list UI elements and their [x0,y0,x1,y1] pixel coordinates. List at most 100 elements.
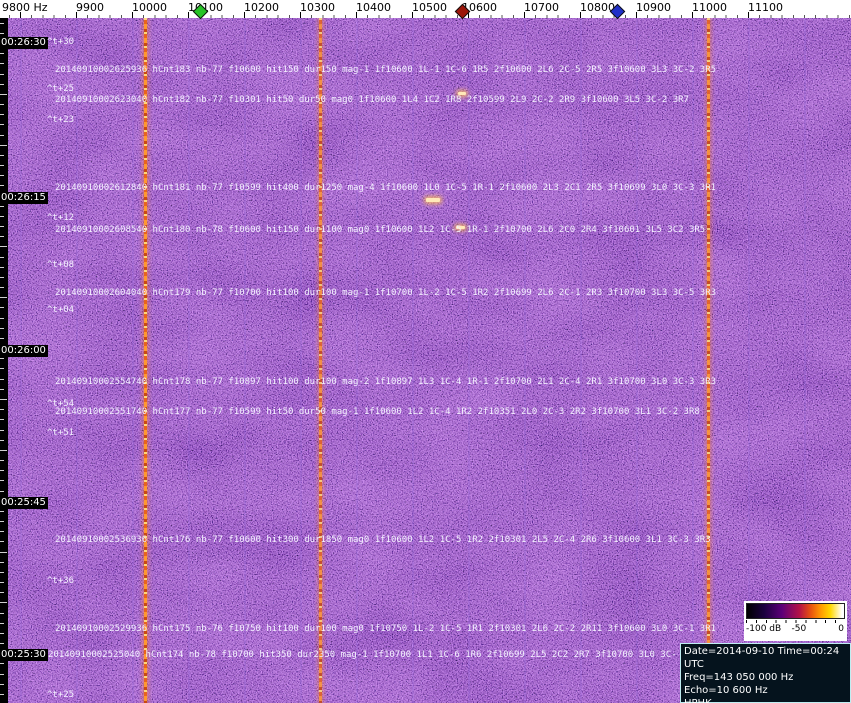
freq-major-tick [244,12,245,18]
freq-axis-label: 10000 [132,1,167,14]
freq-major-tick [20,12,21,18]
freq-major-tick [132,12,133,18]
color-scale-legend: -100 dB -50 0 [744,601,847,641]
freq-major-tick [580,12,581,18]
time-tick [0,419,4,421]
time-tick [0,337,4,339]
time-tick [0,246,7,248]
time-tick [0,22,4,24]
carrier-signal-line [144,18,147,703]
info-date-time: Date=2014-09-10 Time=00:24 UTC [684,646,840,670]
freq-grid-line [20,18,22,703]
time-tick [0,205,4,207]
freq-grid-line [524,18,526,703]
time-tick [0,470,4,472]
time-tick [0,510,4,512]
time-tick [0,582,4,584]
time-tick [0,276,4,278]
time-tick [0,388,4,390]
time-tick [0,358,4,360]
time-tick [0,297,7,299]
freq-grid-line [580,18,582,703]
time-tick [0,327,4,329]
status-info-box: Date=2014-09-10 Time=00:24 UTC Freq=143 … [680,643,851,703]
time-tick [0,429,4,431]
freq-axis-label: 10200 [244,1,279,14]
freq-major-tick [356,12,357,18]
time-tick [0,592,4,594]
scale-label-mid: -50 [791,624,807,634]
time-tick [0,32,4,34]
time-tick [0,480,4,482]
time-axis-strip [0,18,8,703]
time-tick [0,409,4,411]
freq-grid-line [412,18,414,703]
info-frequency: Freq=143 050 000 Hz [684,672,794,683]
frequency-axis: 9800 Hz 9900 10000 10100 10200 10300 10400 1050… [0,0,851,20]
freq-axis-label: 10400 [356,1,391,14]
time-tick [0,144,7,146]
time-tick [0,622,4,624]
time-tick [0,449,7,451]
time-tick [0,317,4,319]
freq-minor-ticks [0,15,851,18]
time-tick [0,104,4,106]
meteor-echo-mark [456,226,465,229]
scale-label-min: -100 dB [746,624,782,634]
info-station-id: HPHK [684,697,847,703]
time-tick [0,663,4,665]
time-tick [0,378,4,380]
time-tick [0,368,4,370]
freq-axis-label: 11100 [748,1,783,14]
freq-axis-label: 10700 [524,1,559,14]
spectrogram-waterfall[interactable] [0,18,851,703]
time-tick [0,175,4,177]
freq-grid-line [244,18,246,703]
freq-major-tick [76,12,77,18]
spectrogram-signal-layer [0,18,851,703]
time-tick [0,561,4,563]
time-tick [0,632,4,634]
time-tick [0,643,4,645]
time-tick [0,53,4,55]
freq-grid-line [692,18,694,703]
time-tick [0,521,4,523]
freq-major-tick [692,12,693,18]
freq-grid-line [356,18,358,703]
freq-axis-label: 9900 [76,1,104,14]
time-tick [0,124,4,126]
time-tick [0,460,4,461]
carrier-signal-line [707,18,710,703]
time-tick [0,165,4,167]
info-echo: Echo=10 600 Hz [684,685,768,696]
freq-major-tick [748,12,749,18]
color-scale-gradient [746,603,845,619]
freq-grid-line [636,18,638,703]
carrier-signal-line [319,18,322,703]
freq-axis-label: 10500 [412,1,447,14]
time-tick [0,83,4,85]
time-tick [0,236,4,238]
time-tick [0,439,4,441]
time-tick [0,571,4,573]
time-tick [0,490,4,492]
time-tick [0,195,7,197]
freq-axis-label: 11000 [692,1,727,14]
time-tick [0,307,4,309]
freq-grid-line [132,18,134,703]
time-tick [0,287,4,289]
time-tick [0,134,4,136]
freq-major-tick [188,12,189,18]
time-tick [0,398,7,400]
time-tick [0,185,4,187]
time-tick [0,73,4,75]
app-window: 00:26:30 00:26:15 00:26:00 00:25:45 00:25:30… [0,0,851,703]
time-tick [0,612,4,614]
freq-major-tick [300,12,301,18]
scale-label-max: 0 [838,624,844,634]
time-tick [0,256,4,258]
freq-grid-line [468,18,470,703]
time-tick [0,43,7,45]
time-tick [0,693,4,695]
time-tick [0,602,7,604]
